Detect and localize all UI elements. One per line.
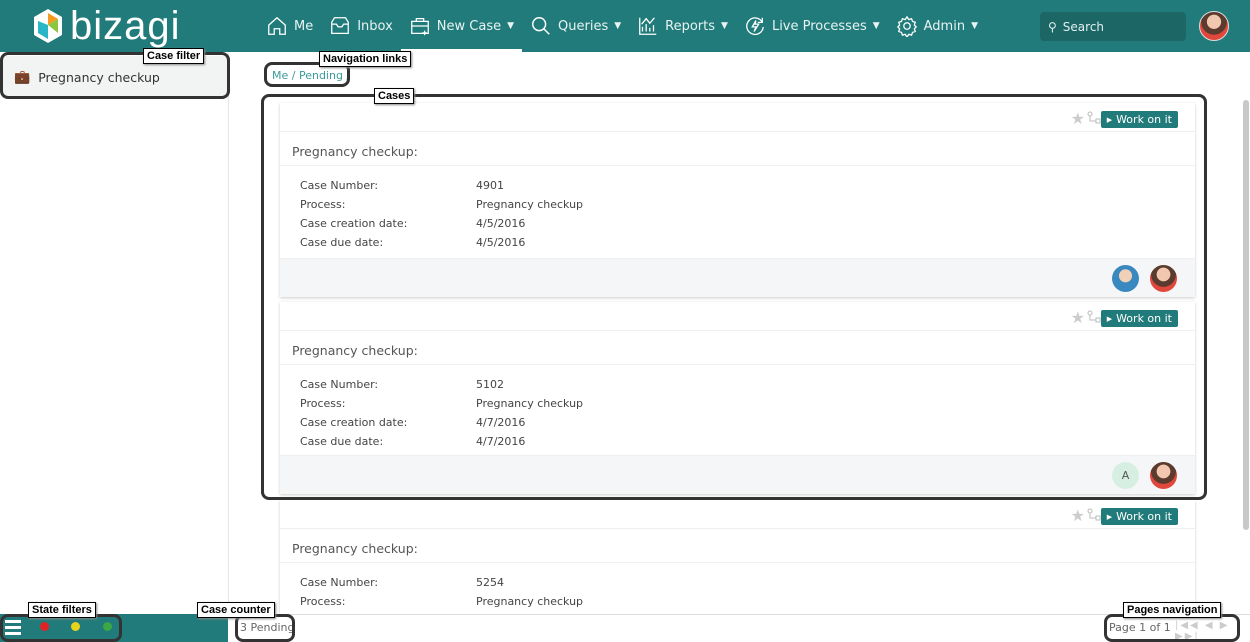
annotation-case-counter: Case counter: [197, 602, 275, 618]
annotation-case-filter: Case filter: [143, 48, 205, 64]
new-case-icon: [410, 18, 429, 36]
search-placeholder: Search: [1062, 19, 1105, 34]
caret-down-icon: ▼: [872, 21, 880, 31]
bizagi-logo-icon: [34, 9, 62, 43]
nav-live-processes[interactable]: Live Processes ▼: [736, 0, 888, 52]
caret-down-icon: ▼: [971, 21, 978, 31]
annotation-navigation-links: Navigation links: [319, 51, 412, 67]
caret-down-icon: ▼: [507, 21, 515, 31]
nav-new-case[interactable]: New Case ▼: [400, 0, 523, 52]
field-label: Process:: [300, 595, 346, 608]
cases-callout: [261, 94, 1207, 500]
case-counter-callout: [235, 614, 295, 642]
star-icon[interactable]: ★: [1071, 506, 1085, 525]
case-title: Pregnancy checkup:: [280, 529, 1195, 563]
work-label: Work on it: [1116, 510, 1172, 523]
case-process: Pregnancy checkup: [476, 595, 584, 608]
search-icon: ⚲: [1048, 19, 1057, 34]
nav-admin[interactable]: Admin ▼: [888, 0, 986, 52]
search-input[interactable]: ⚲ Search: [1040, 12, 1186, 41]
lightning-icon: [746, 17, 764, 36]
main-nav: Me Inbox New Case ▼ Queries ▼ Reports ▼ Liv…: [258, 0, 986, 52]
home-icon: [268, 16, 286, 35]
pages-navigation-callout: [1104, 614, 1240, 642]
case-card[interactable]: ★ ▶ Work on it Pregnancy checkup: Case Num…: [280, 500, 1195, 614]
nav-label: Me: [294, 18, 314, 34]
nav-queries[interactable]: Queries ▼: [522, 0, 629, 52]
scrollbar[interactable]: [1243, 100, 1249, 530]
nav-label: New Case: [436, 18, 502, 34]
chart-icon: [639, 17, 657, 35]
search-icon: [532, 17, 550, 35]
case-number: 5254: [476, 576, 504, 589]
bizagi-logo[interactable]: bizagi: [32, 4, 181, 48]
annotation-state-filters: State filters: [28, 602, 96, 618]
nav-inbox[interactable]: Inbox: [321, 0, 401, 52]
annotation-cases: Cases: [374, 88, 415, 104]
inbox-icon: [331, 17, 350, 34]
nav-label: Inbox: [357, 18, 393, 34]
logo-text: bizagi: [70, 4, 181, 48]
nav-label: Admin: [923, 18, 966, 34]
gear-icon: [896, 15, 917, 37]
caret-down-icon: ▼: [614, 21, 622, 31]
nav-me[interactable]: Me: [258, 0, 321, 52]
top-header: bizagi Me Inbox New Case ▼ Queries ▼ Repor…: [0, 0, 1250, 52]
caret-down-icon: ▼: [721, 21, 728, 31]
work-on-it-button[interactable]: ▶ Work on it: [1100, 508, 1178, 525]
field-label: Case Number:: [300, 576, 379, 589]
state-filters-callout: [0, 614, 122, 642]
nav-label: Live Processes: [771, 18, 867, 34]
annotation-pages-navigation: Pages navigation: [1123, 602, 1222, 618]
sidebar: [0, 52, 229, 614]
user-avatar[interactable]: [1199, 11, 1229, 41]
nav-label: Reports: [665, 18, 716, 34]
nav-label: Queries: [558, 18, 609, 34]
workflow-icon[interactable]: [1087, 508, 1101, 522]
play-icon: ▶: [1106, 512, 1113, 521]
nav-reports[interactable]: Reports ▼: [629, 0, 736, 52]
